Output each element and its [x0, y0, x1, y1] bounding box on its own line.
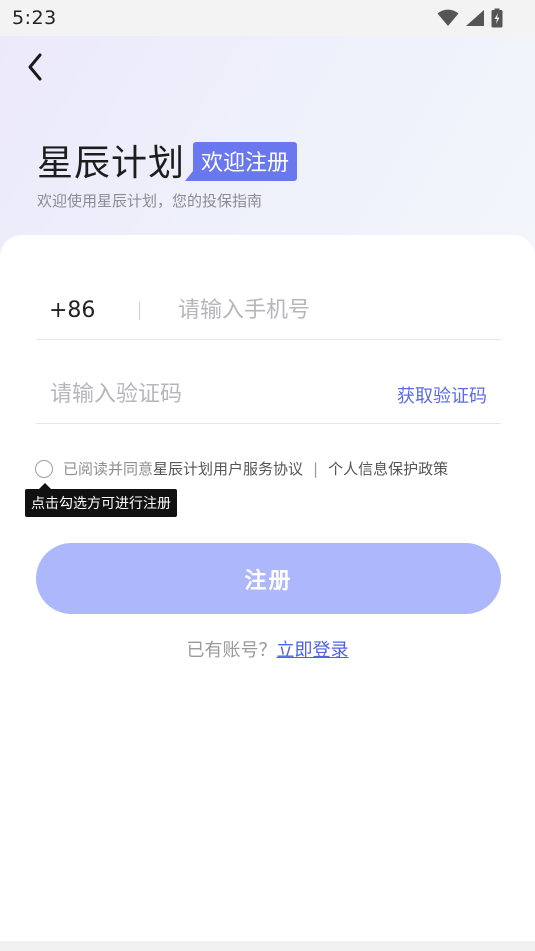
battery-charging-icon	[491, 8, 503, 28]
register-button[interactable]: 注册	[36, 543, 501, 614]
verification-code-input[interactable]	[50, 382, 397, 407]
get-code-button[interactable]: 获取验证码	[397, 382, 487, 408]
phone-row: +86	[36, 282, 501, 340]
country-code[interactable]: +86	[49, 298, 109, 323]
wifi-icon	[437, 9, 459, 26]
login-row: 已有账号？立即登录	[0, 636, 535, 662]
status-bar: 5:23	[0, 0, 535, 36]
welcome-tag: 欢迎注册	[185, 141, 298, 181]
app-title: 星辰计划	[37, 143, 186, 184]
signal-icon	[466, 10, 484, 26]
agreement-prefix: 已阅读并同意	[63, 460, 154, 478]
agreement-separator: |	[313, 459, 319, 478]
bottom-nav-strip	[0, 941, 535, 951]
code-row: 获取验证码	[36, 366, 501, 424]
title-row: 星辰计划 欢迎注册	[37, 134, 298, 186]
phone-input[interactable]	[178, 298, 501, 323]
chevron-left-icon	[28, 53, 42, 81]
country-code-divider	[139, 301, 140, 320]
login-prompt: 已有账号？	[186, 640, 277, 661]
agreement-row: 已阅读并同意 星辰计划用户服务协议 | 个人信息保护政策	[35, 458, 448, 479]
status-icons	[437, 8, 503, 28]
agreement-tooltip: 点击勾选方可进行注册	[25, 483, 177, 517]
back-button[interactable]	[20, 50, 50, 84]
agreement-checkbox[interactable]	[35, 459, 53, 478]
login-link[interactable]: 立即登录	[277, 640, 349, 661]
user-agreement-link[interactable]: 星辰计划用户服务协议	[153, 458, 303, 479]
page-subtitle: 欢迎使用星辰计划，您的投保指南	[37, 192, 263, 210]
status-time: 5:23	[12, 7, 57, 29]
privacy-policy-link[interactable]: 个人信息保护政策	[328, 458, 448, 479]
